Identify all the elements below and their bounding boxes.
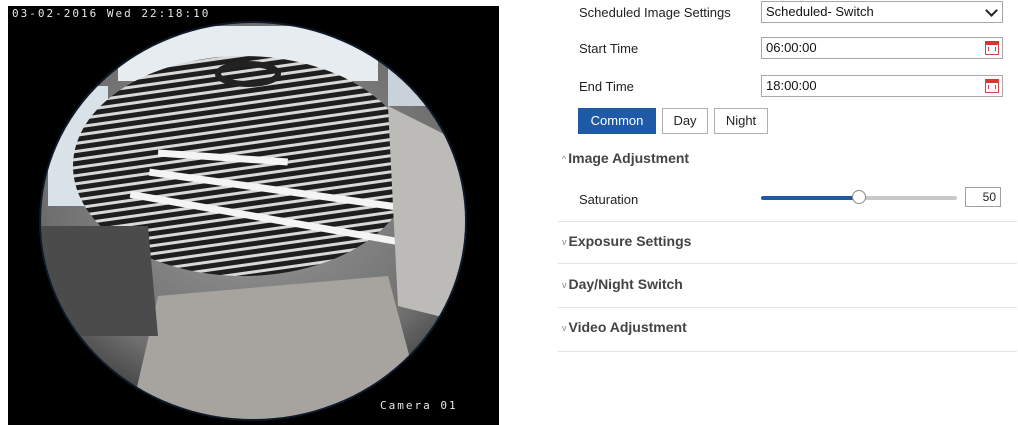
start-time-value: 06:00:00 (766, 40, 817, 55)
osd-timestamp: 03-02-2016 Wed 22:18:10 (12, 7, 211, 20)
divider (558, 221, 1017, 222)
section-title: Exposure Settings (568, 233, 692, 249)
osd-camera-name: Camera 01 (380, 399, 458, 412)
section-video-adjustment[interactable]: v Video Adjustment (562, 319, 687, 335)
section-day-night-switch[interactable]: v Day/Night Switch (562, 276, 683, 292)
section-title: Image Adjustment (568, 150, 690, 166)
saturation-value-input[interactable]: 50 (965, 187, 1001, 207)
divider (558, 263, 1017, 264)
end-time-row: End Time 18:00:00 (558, 74, 1018, 100)
end-time-input[interactable]: 18:00:00 (761, 75, 1003, 97)
image-settings-panel: Scheduled Image Settings Scheduled- Swit… (558, 0, 1018, 425)
end-time-value: 18:00:00 (766, 78, 817, 93)
saturation-slider-thumb[interactable] (852, 190, 866, 204)
divider (558, 307, 1017, 308)
calendar-icon[interactable] (985, 79, 999, 93)
saturation-slider-fill (761, 196, 859, 200)
caret-up-icon: ^ (562, 154, 567, 164)
section-title: Day/Night Switch (568, 276, 683, 292)
tab-common[interactable]: Common (578, 108, 656, 134)
divider (558, 351, 1017, 352)
tab-day[interactable]: Day (662, 108, 708, 134)
start-time-input[interactable]: 06:00:00 (761, 37, 1003, 59)
section-image-adjustment[interactable]: ^ Image Adjustment (562, 150, 689, 166)
section-title: Video Adjustment (568, 319, 687, 335)
calendar-icon[interactable] (985, 41, 999, 55)
scheduled-settings-row: Scheduled Image Settings Scheduled- Swit… (558, 0, 1018, 26)
camera-preview[interactable]: 03-02-2016 Wed 22:18:10 Camera 01 (8, 6, 499, 425)
start-time-label: Start Time (579, 41, 639, 56)
caret-down-icon: v (562, 323, 567, 333)
caret-down-icon: v (562, 237, 567, 247)
tab-night[interactable]: Night (714, 108, 768, 134)
caret-down-icon: v (562, 280, 567, 290)
scheduled-settings-select[interactable]: Scheduled- Switch (761, 1, 1003, 23)
end-time-label: End Time (579, 79, 634, 94)
scheduled-settings-value: Scheduled- Switch (766, 4, 874, 19)
scheduled-settings-label: Scheduled Image Settings (579, 5, 731, 20)
section-exposure-settings[interactable]: v Exposure Settings (562, 233, 691, 249)
saturation-slider[interactable] (761, 190, 957, 204)
chevron-down-icon (985, 4, 998, 17)
fisheye-image (39, 21, 467, 421)
saturation-label: Saturation (579, 192, 639, 207)
start-time-row: Start Time 06:00:00 (558, 36, 1018, 62)
